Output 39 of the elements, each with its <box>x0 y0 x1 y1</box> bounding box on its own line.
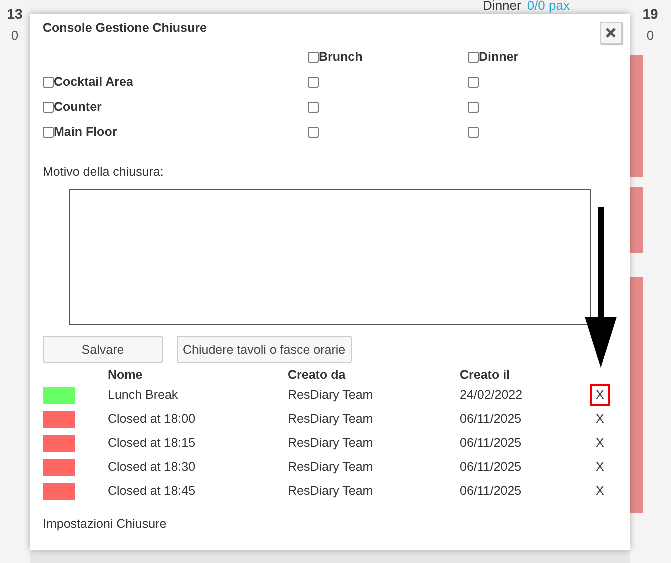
area-label: Counter <box>54 100 102 114</box>
close-tables-button[interactable]: Chiudere tavoli o fasce orarie <box>177 336 352 363</box>
table-cell: Closed at 18:45 <box>108 484 196 498</box>
table-cell: ResDiary Team <box>288 436 374 450</box>
table-cell: ResDiary Team <box>288 412 374 426</box>
table-cell: ResDiary Team <box>288 484 374 498</box>
table-cell: 06/11/2025 <box>460 460 522 474</box>
table-cell: Lunch Break <box>108 388 178 402</box>
table-cell: Closed at 18:00 <box>108 412 196 426</box>
column-header: Creato da <box>288 368 346 382</box>
delete-link[interactable]: X <box>590 432 610 454</box>
table-cell: 06/11/2025 <box>460 484 522 498</box>
table-cell: Closed at 18:30 <box>108 460 196 474</box>
table-cell: 06/11/2025 <box>460 412 522 426</box>
save-button[interactable]: Salvare <box>43 336 163 363</box>
table-cell: ResDiary Team <box>288 388 374 402</box>
day-number: 13 <box>7 6 23 22</box>
table-cell: ResDiary Team <box>288 460 374 474</box>
table-cell: 06/11/2025 <box>460 436 522 450</box>
delete-link[interactable]: X <box>590 408 610 430</box>
table-cell: Closed at 18:15 <box>108 436 196 450</box>
column-header: Creato il <box>460 368 510 382</box>
delete-link[interactable]: X <box>590 456 610 478</box>
delete-link[interactable]: X <box>590 480 610 502</box>
settings-label: Impostazioni Chiusure <box>43 517 168 531</box>
cover-count: 0 <box>646 28 654 43</box>
column-label: Brunch <box>319 50 363 64</box>
pax-count: 0/0 pax <box>527 0 570 14</box>
table-cell: 24/02/2022 <box>460 388 523 402</box>
area-label: Cocktail Area <box>54 75 134 89</box>
reason-label: Motivo della chiusura: <box>43 165 165 179</box>
delete-link[interactable]: X <box>590 384 610 406</box>
column-header: Nome <box>108 368 143 382</box>
service-label: Dinner <box>483 0 522 14</box>
area-label: Main Floor <box>54 125 118 139</box>
day-number: 19 <box>642 6 658 22</box>
cover-count: 0 <box>11 28 19 43</box>
dialog-title: Console Gestione Chiusure <box>43 21 207 35</box>
column-label: Dinner <box>479 50 519 64</box>
